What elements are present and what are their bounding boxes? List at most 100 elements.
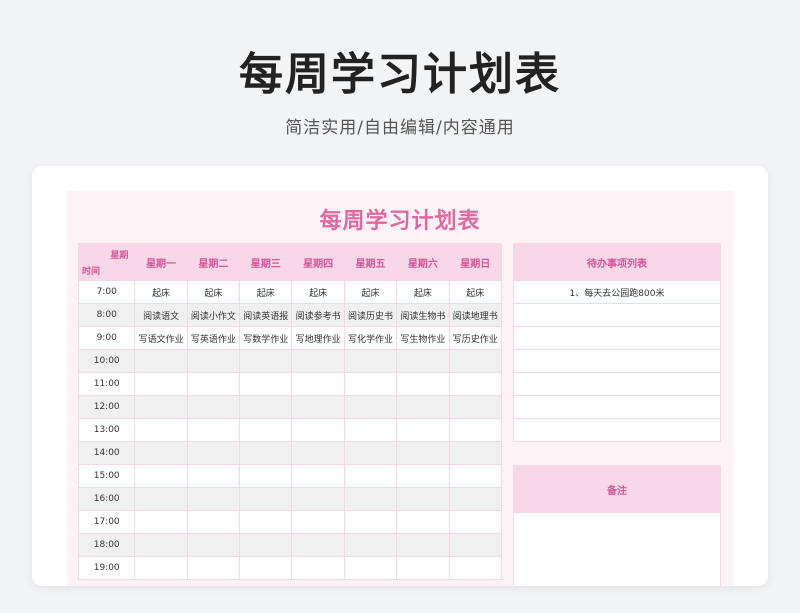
schedule-cell[interactable] — [396, 441, 450, 465]
schedule-cell[interactable] — [396, 556, 450, 580]
schedule-cell[interactable] — [343, 510, 398, 534]
schedule-cell[interactable]: 写历史作业 — [448, 326, 503, 350]
time-cell[interactable]: 9:00 — [77, 326, 136, 350]
schedule-cell[interactable] — [186, 533, 241, 557]
schedule-cell[interactable] — [291, 487, 345, 511]
schedule-cell[interactable] — [396, 349, 450, 373]
schedule-cell[interactable] — [291, 556, 345, 580]
schedule-cell[interactable] — [134, 349, 188, 373]
schedule-cell[interactable] — [396, 418, 450, 442]
todo-item[interactable] — [513, 372, 721, 396]
schedule-cell[interactable] — [291, 372, 345, 396]
schedule-cell[interactable]: 起床 — [448, 280, 503, 304]
schedule-cell[interactable] — [186, 418, 241, 442]
notes-cell[interactable] — [513, 512, 721, 586]
time-cell[interactable]: 18:00 — [77, 533, 136, 557]
schedule-cell[interactable] — [239, 349, 293, 373]
notes-header[interactable]: 备注 — [513, 465, 721, 513]
schedule-cell[interactable]: 阅读语文 — [134, 303, 188, 327]
time-cell[interactable]: 10:00 — [77, 349, 136, 373]
schedule-cell[interactable]: 写生物作业 — [396, 326, 450, 350]
day-header[interactable]: 星期四 — [291, 243, 345, 281]
schedule-cell[interactable]: 写数学作业 — [239, 326, 293, 350]
schedule-cell[interactable] — [134, 487, 188, 511]
time-cell[interactable]: 15:00 — [77, 464, 136, 488]
schedule-cell[interactable]: 阅读生物书 — [396, 303, 450, 327]
schedule-cell[interactable] — [134, 510, 188, 534]
schedule-cell[interactable] — [186, 372, 241, 396]
schedule-cell[interactable] — [186, 487, 241, 511]
schedule-cell[interactable] — [134, 418, 188, 442]
schedule-cell[interactable] — [343, 349, 398, 373]
schedule-cell[interactable] — [291, 533, 345, 557]
schedule-cell[interactable] — [396, 487, 450, 511]
schedule-cell[interactable] — [239, 487, 293, 511]
todo-item[interactable] — [513, 418, 721, 442]
todo-item[interactable] — [513, 326, 721, 350]
schedule-cell[interactable] — [134, 533, 188, 557]
schedule-cell[interactable] — [343, 418, 398, 442]
schedule-cell[interactable] — [239, 372, 293, 396]
schedule-cell[interactable] — [396, 372, 450, 396]
schedule-cell[interactable]: 起床 — [239, 280, 293, 304]
schedule-cell[interactable] — [291, 418, 345, 442]
schedule-cell[interactable] — [448, 510, 503, 534]
schedule-cell[interactable]: 阅读参考书 — [291, 303, 345, 327]
day-header[interactable]: 星期五 — [343, 243, 398, 281]
schedule-cell[interactable] — [134, 556, 188, 580]
schedule-cell[interactable]: 起床 — [396, 280, 450, 304]
schedule-cell[interactable] — [239, 441, 293, 465]
schedule-cell[interactable] — [291, 441, 345, 465]
schedule-cell[interactable] — [396, 464, 450, 488]
day-header[interactable]: 星期六 — [396, 243, 450, 281]
schedule-cell[interactable]: 阅读地理书 — [448, 303, 503, 327]
schedule-cell[interactable] — [186, 464, 241, 488]
todo-item[interactable] — [513, 303, 721, 327]
schedule-cell[interactable] — [134, 372, 188, 396]
schedule-cell[interactable] — [343, 441, 398, 465]
schedule-cell[interactable] — [239, 395, 293, 419]
schedule-cell[interactable]: 写地理作业 — [291, 326, 345, 350]
schedule-cell[interactable] — [396, 510, 450, 534]
schedule-cell[interactable]: 写英语作业 — [186, 326, 241, 350]
schedule-cell[interactable] — [291, 395, 345, 419]
schedule-cell[interactable] — [448, 395, 503, 419]
schedule-cell[interactable]: 起床 — [343, 280, 398, 304]
schedule-cell[interactable] — [396, 395, 450, 419]
schedule-cell[interactable] — [291, 510, 345, 534]
corner-header-cell[interactable]: 星期 时间 — [77, 243, 136, 281]
schedule-cell[interactable] — [448, 372, 503, 396]
time-cell[interactable]: 13:00 — [77, 418, 136, 442]
todo-item[interactable] — [513, 349, 721, 373]
schedule-cell[interactable] — [343, 487, 398, 511]
schedule-cell[interactable] — [396, 533, 450, 557]
schedule-cell[interactable] — [239, 464, 293, 488]
schedule-cell[interactable] — [343, 372, 398, 396]
schedule-cell[interactable] — [343, 395, 398, 419]
schedule-cell[interactable] — [448, 556, 503, 580]
day-header[interactable]: 星期三 — [239, 243, 293, 281]
schedule-cell[interactable] — [186, 510, 241, 534]
schedule-cell[interactable]: 写化学作业 — [343, 326, 398, 350]
schedule-cell[interactable]: 阅读历史书 — [343, 303, 398, 327]
schedule-cell[interactable] — [448, 533, 503, 557]
time-cell[interactable]: 19:00 — [77, 556, 136, 580]
schedule-cell[interactable] — [291, 349, 345, 373]
time-cell[interactable]: 7:00 — [77, 280, 136, 304]
schedule-cell[interactable] — [134, 464, 188, 488]
schedule-cell[interactable] — [343, 533, 398, 557]
schedule-cell[interactable]: 阅读小作文 — [186, 303, 241, 327]
schedule-cell[interactable] — [239, 556, 293, 580]
todo-header[interactable]: 待办事项列表 — [513, 243, 721, 281]
schedule-cell[interactable] — [186, 395, 241, 419]
schedule-cell[interactable]: 起床 — [291, 280, 345, 304]
schedule-cell[interactable] — [448, 487, 503, 511]
schedule-cell[interactable]: 起床 — [186, 280, 241, 304]
schedule-cell[interactable]: 阅读英语报 — [239, 303, 293, 327]
schedule-cell[interactable] — [186, 349, 241, 373]
day-header[interactable]: 星期二 — [186, 243, 241, 281]
time-cell[interactable]: 16:00 — [77, 487, 136, 511]
schedule-cell[interactable] — [134, 395, 188, 419]
schedule-cell[interactable]: 写语文作业 — [134, 326, 188, 350]
time-cell[interactable]: 17:00 — [77, 510, 136, 534]
